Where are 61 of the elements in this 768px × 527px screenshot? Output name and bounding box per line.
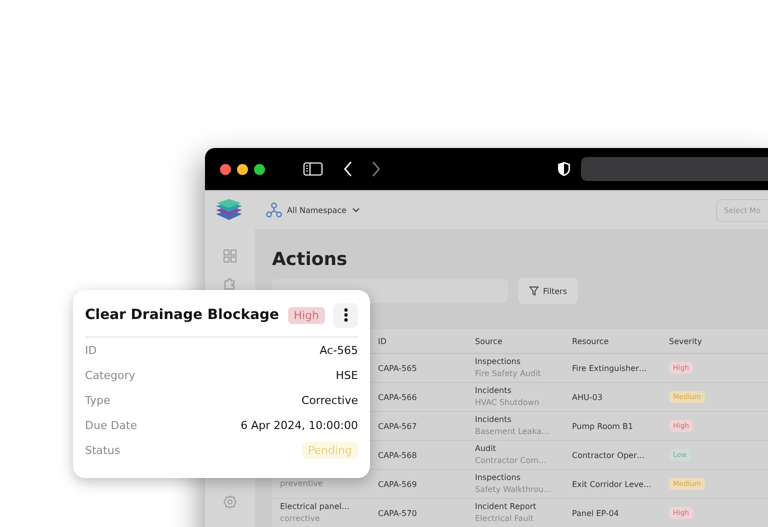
field-label: Category	[85, 369, 136, 382]
table-cell-text: CAPA-565	[378, 364, 418, 372]
column-header[interactable]: Resource	[572, 336, 669, 346]
table-cell-text: CAPA-567	[378, 422, 418, 430]
network-icon	[266, 202, 282, 218]
filters-button[interactable]: Filters	[518, 278, 578, 304]
source-name: Incidents	[475, 414, 512, 426]
action-type: preventive	[280, 478, 324, 490]
page-title: Actions	[272, 249, 348, 270]
column-header[interactable]: ID	[378, 336, 475, 346]
action-title: Electrical panel…	[280, 501, 351, 513]
source-detail: Electrical Fault	[475, 513, 535, 525]
action-type: corrective	[280, 513, 321, 525]
column-header[interactable]: Severity	[669, 336, 766, 346]
more-icon	[344, 308, 348, 322]
table-cell-text: CAPA-570	[378, 508, 418, 518]
namespace-selector[interactable]: All Namespace	[266, 202, 360, 218]
field-value: Corrective	[302, 394, 358, 407]
source-name: Incidents	[475, 385, 512, 397]
shield-icon[interactable]	[557, 161, 571, 177]
field-value: 6 Apr 2024, 10:00:00	[240, 419, 358, 432]
source-detail: Safety Walkthrou…	[475, 484, 553, 496]
source-name: Audit	[475, 443, 497, 455]
source-detail: Fire Safety Audit	[475, 368, 542, 380]
table-cell-text: CAPA-566	[378, 392, 418, 402]
more-button[interactable]	[333, 302, 358, 328]
field-value: HSE	[336, 369, 358, 382]
field-label: Status	[85, 444, 120, 457]
table-cell-text: Panel EP-04	[572, 508, 620, 518]
table-cell-text: Pump Room B1	[572, 422, 634, 430]
field-value: Ac-565	[320, 344, 358, 357]
source-detail: Basement Leaka…	[475, 426, 550, 438]
maximize-button[interactable]	[254, 164, 265, 174]
field-label: ID	[85, 344, 97, 357]
field-label: Due Date	[85, 419, 137, 432]
close-button[interactable]	[220, 164, 231, 174]
forward-icon[interactable]	[371, 161, 381, 177]
caret-icon	[352, 207, 360, 213]
priority-badge: High	[288, 306, 325, 324]
field-label: Type	[85, 394, 110, 407]
puzzle-icon[interactable]	[223, 277, 237, 291]
back-icon[interactable]	[343, 161, 353, 177]
filter-icon	[529, 286, 539, 296]
sidebar-toggle-icon[interactable]	[303, 162, 323, 176]
table-cell-text: CAPA-569	[378, 480, 418, 488]
table-cell-text: Fire Extinguisher…	[572, 364, 648, 372]
column-header[interactable]: Source	[475, 336, 572, 346]
minimize-button[interactable]	[237, 164, 248, 174]
table-cell-text: CAPA-568	[378, 450, 418, 460]
table-cell-text: AHU-03	[572, 392, 604, 402]
table-cell-text: Exit Corridor Leve…	[572, 480, 653, 488]
source-name: Incident Report	[475, 501, 538, 513]
status-badge: Pending	[302, 442, 358, 459]
layers-logo-icon	[215, 198, 243, 222]
table-cell-text: Contractor Oper…	[572, 450, 646, 460]
source-detail: Contractor Com…	[475, 455, 548, 467]
source-name: Inspections	[475, 356, 522, 368]
card-title: Clear Drainage Blockage	[85, 307, 280, 323]
source-name: Inspections	[475, 472, 522, 484]
namespace-label: All Namespace	[287, 206, 347, 214]
source-detail: HVAC Shutdown	[475, 397, 540, 409]
